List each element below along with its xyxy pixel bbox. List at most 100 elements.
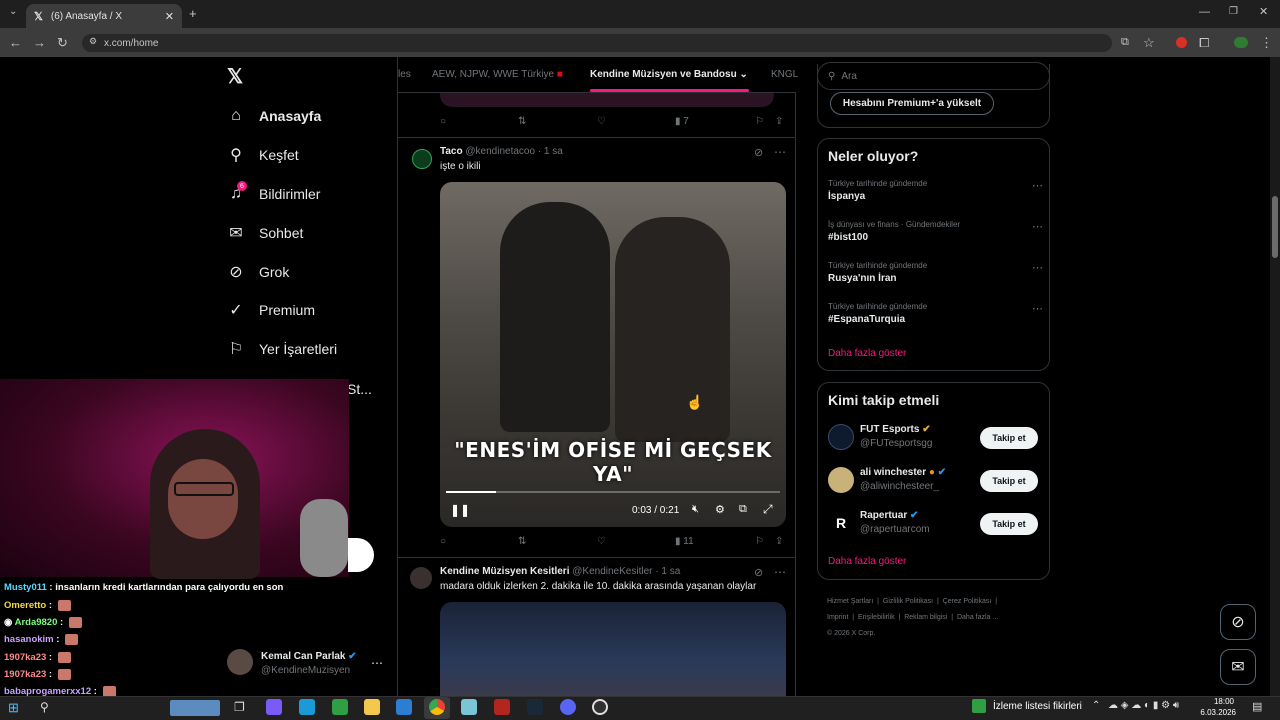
taskbar-search-icon[interactable]: ⚲ (40, 700, 49, 714)
trend-item[interactable]: Türkiye tarihinde gündemde Rusya'nın İra… (828, 261, 1043, 284)
trend-more-icon[interactable]: ⋯ (1032, 302, 1043, 315)
sidebar-item-grok[interactable]: ⊘ Grok (227, 263, 289, 281)
account-menu-icon[interactable]: ⋯ (371, 656, 383, 670)
sidebar-item-notifications[interactable]: ♫ 6 Bildirimler (227, 181, 320, 203)
follow-button[interactable]: Takip et (980, 470, 1038, 492)
follow-button[interactable]: Takip et (980, 427, 1038, 449)
pause-icon[interactable]: ❚❚ (450, 503, 470, 517)
trend-item[interactable]: İş dünyası ve finans · Gündemdekiler #bi… (828, 220, 1043, 243)
video-progress-track[interactable] (446, 491, 780, 493)
profile-avatar[interactable] (1234, 37, 1248, 48)
scrollbar-thumb[interactable] (1272, 196, 1278, 258)
taskbar-notification[interactable]: İzleme listesi fikirleri (993, 701, 1082, 712)
discord-icon[interactable] (560, 699, 576, 715)
avatar[interactable] (828, 424, 854, 450)
forward-icon[interactable]: → (33, 36, 46, 49)
install-app-icon[interactable]: ⧉ (1121, 37, 1129, 48)
account-name[interactable]: Kemal Can Parlak ✔ (261, 651, 357, 662)
footer-link[interactable]: Reklam bilgisi (904, 614, 947, 621)
tweet-author-handle[interactable]: @KendineKesitler (572, 566, 652, 577)
show-more-follow-link[interactable]: Daha fazla göster (828, 556, 906, 567)
like-icon[interactable]: ♡ (597, 116, 606, 127)
footer-link[interactable]: Daha fazla ... (957, 614, 998, 621)
tweet-time[interactable]: · 1 sa (538, 146, 563, 157)
sidebar-item-home[interactable]: ⌂ Anasayfa (227, 107, 321, 125)
windows-start-icon[interactable]: ⊞ (8, 700, 19, 716)
prev-video-thumb[interactable] (440, 93, 774, 107)
trend-more-icon[interactable]: ⋯ (1032, 179, 1043, 192)
share-icon[interactable]: ⇪ (775, 536, 783, 547)
grok-float-button[interactable]: ⊘ (1220, 604, 1256, 640)
store-icon[interactable] (332, 699, 348, 715)
voice-app-icon[interactable] (494, 699, 510, 715)
follow-name[interactable]: FUT Esports ✔ (860, 424, 931, 435)
tweet-more-icon[interactable]: ⋯ (774, 145, 786, 159)
footer-link[interactable]: Gizlilik Politikası (883, 598, 933, 605)
task-view-icon[interactable]: ❐ (234, 700, 245, 714)
close-window-icon[interactable]: ✕ (1259, 7, 1268, 18)
trend-item[interactable]: Türkiye tarihinde gündemde #EspanaTurqui… (828, 302, 1043, 325)
sidebar-item-messages[interactable]: ✉ Sohbet (227, 224, 303, 242)
messages-float-button[interactable]: ✉ (1220, 649, 1256, 685)
follow-name[interactable]: Rapertuar ✔ (860, 510, 918, 521)
avatar[interactable] (227, 649, 253, 675)
tray-expand-icon[interactable]: ⌃ (1092, 700, 1100, 711)
clock-time[interactable]: 18:00 (1206, 697, 1234, 706)
avatar[interactable] (410, 567, 432, 589)
footer-link[interactable]: Erişilebilirlik (858, 614, 895, 621)
upgrade-premium-button[interactable]: Hesabını Premium+'a yükselt (830, 92, 994, 115)
edge-icon[interactable] (299, 699, 315, 715)
views-count[interactable]: ▮ 11 (675, 536, 694, 547)
mute-icon[interactable]: 🔇︎ (692, 503, 699, 516)
chrome-icon[interactable] (429, 699, 445, 715)
notifications-icon[interactable]: ▤ (1252, 700, 1262, 713)
address-bar[interactable]: x.com/home (82, 34, 1112, 52)
avatar[interactable]: R (828, 510, 854, 536)
sidebar-item-bookmarks[interactable]: ⚐ Yer İşaretleri (227, 340, 337, 358)
reply-icon[interactable]: ○ (440, 536, 446, 547)
menu-dots-icon[interactable]: ⋮ (1260, 36, 1273, 49)
steam-icon[interactable] (527, 699, 543, 715)
extension-icon[interactable] (1176, 37, 1187, 48)
tweet-video-thumb[interactable] (440, 602, 786, 697)
trend-item[interactable]: Türkiye tarihinde gündemde İspanya ⋯ (828, 179, 1043, 202)
tweet-author-name[interactable]: Kendine Müzisyen Kesitleri (440, 566, 569, 577)
avatar[interactable] (412, 149, 432, 169)
tab-kngl[interactable]: KNGL (771, 69, 798, 80)
obs-icon[interactable] (592, 699, 608, 715)
tab-aew[interactable]: AEW, NJPW, WWE Türkiye ■ (432, 69, 563, 80)
sidebar-item-explore[interactable]: ⚲ Keşfet (227, 146, 299, 164)
site-info-icon[interactable]: ⚙ (89, 37, 97, 46)
tweet-video[interactable]: "ENES'İM OFİSE Mİ GEÇSEK YA" ❚❚ 0:03 / 0… (440, 182, 786, 527)
grok-explain-icon[interactable]: ⊘ (754, 566, 763, 579)
retweet-icon[interactable]: ⇅ (518, 116, 526, 127)
close-tab-icon[interactable]: ✕ (165, 10, 174, 23)
avatar[interactable] (828, 467, 854, 493)
views-count[interactable]: ▮ 7 (675, 116, 689, 127)
bookmark-icon[interactable]: ⚐ (755, 536, 764, 547)
extensions-puzzle-icon[interactable]: ⧠ (1199, 36, 1209, 49)
file-explorer-icon[interactable] (364, 699, 380, 715)
x-logo-icon[interactable]: 𝕏 (227, 64, 243, 89)
follow-name[interactable]: ali winchester ● ✔ (860, 467, 946, 478)
bookmark-icon[interactable]: ⚐ (755, 116, 764, 127)
grok-explain-icon[interactable]: ⊘ (754, 146, 763, 159)
scrollbar-track[interactable] (1270, 57, 1280, 696)
restore-icon[interactable]: ❐ (1229, 7, 1238, 17)
clock-date[interactable]: 6.03.2026 (1196, 708, 1236, 717)
tab-kendine-muzisyen[interactable]: Kendine Müzisyen ve Bandosu ⌄ (590, 69, 748, 80)
retweet-icon[interactable]: ⇅ (518, 536, 526, 547)
tweet-author-name[interactable]: Taco (440, 146, 463, 157)
widget-thumbnail[interactable] (170, 700, 220, 716)
like-icon[interactable]: ♡ (597, 536, 606, 547)
trend-more-icon[interactable]: ⋯ (1032, 261, 1043, 274)
outlook-icon[interactable] (396, 699, 412, 715)
back-icon[interactable]: ← (9, 36, 22, 49)
tweet-time[interactable]: · 1 sa (655, 566, 680, 577)
tab-search-icon[interactable]: ⌄ (9, 7, 17, 17)
footer-link[interactable]: Hizmet Şartları (827, 598, 873, 605)
minimize-icon[interactable]: — (1199, 7, 1210, 18)
bookmark-star-icon[interactable]: ☆ (1143, 36, 1155, 49)
new-tab-icon[interactable]: + (189, 7, 197, 20)
reply-icon[interactable]: ○ (440, 116, 446, 127)
